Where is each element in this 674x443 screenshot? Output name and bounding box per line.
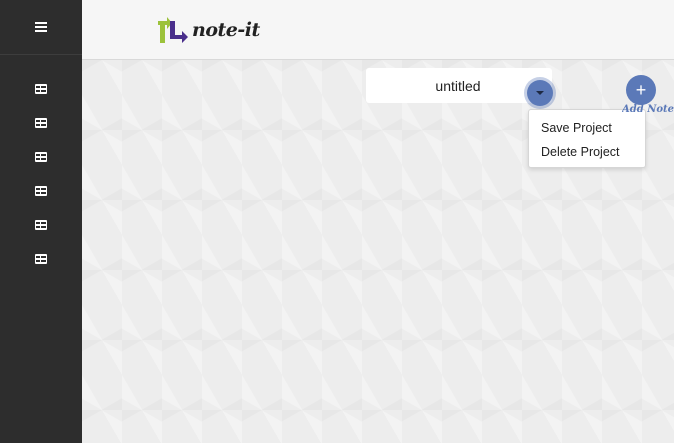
table-icon bbox=[35, 118, 47, 128]
project-name: untitled bbox=[435, 77, 481, 94]
table-icon bbox=[35, 186, 47, 196]
top-header: note-it bbox=[82, 0, 674, 60]
logo-mark-icon bbox=[158, 17, 188, 43]
logo-text: note-it bbox=[192, 19, 260, 41]
sidebar bbox=[0, 0, 82, 443]
menu-toggle-button[interactable] bbox=[0, 0, 82, 55]
sidebar-item-5[interactable] bbox=[0, 208, 82, 242]
sidebar-item-6[interactable] bbox=[0, 242, 82, 276]
project-title-box[interactable]: untitled bbox=[366, 68, 552, 103]
sidebar-item-2[interactable] bbox=[0, 106, 82, 140]
add-note-button[interactable]: + bbox=[626, 75, 656, 105]
project-options-button[interactable] bbox=[527, 80, 553, 106]
project-options-menu: Save Project Delete Project bbox=[528, 109, 646, 168]
table-icon bbox=[35, 220, 47, 230]
sidebar-nav bbox=[0, 72, 82, 276]
table-icon bbox=[35, 84, 47, 94]
add-note-label: Add Note bbox=[622, 104, 674, 115]
app-logo[interactable]: note-it bbox=[156, 14, 260, 46]
table-icon bbox=[35, 152, 47, 162]
sidebar-item-1[interactable] bbox=[0, 72, 82, 106]
save-project-menu-item[interactable]: Save Project bbox=[529, 116, 645, 140]
sidebar-item-4[interactable] bbox=[0, 174, 82, 208]
sidebar-item-3[interactable] bbox=[0, 140, 82, 174]
table-icon bbox=[35, 254, 47, 264]
plus-icon: + bbox=[635, 80, 647, 100]
delete-project-menu-item[interactable]: Delete Project bbox=[529, 140, 645, 164]
hamburger-icon bbox=[35, 22, 47, 32]
caret-down-icon bbox=[536, 91, 544, 95]
